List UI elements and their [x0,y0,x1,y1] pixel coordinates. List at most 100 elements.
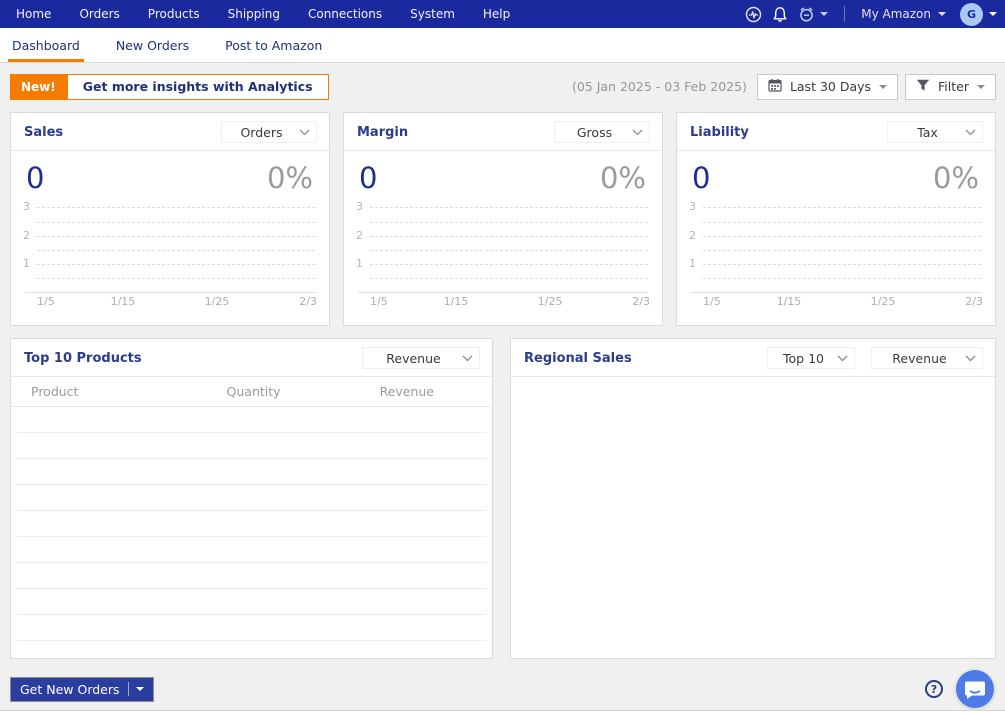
tab-dashboard[interactable]: Dashboard [8,28,84,62]
chevron-down-icon [299,129,310,136]
new-badge: New! [10,73,67,100]
top-products-card: Top 10 Products Revenue Product Quantity… [10,338,493,659]
app-root: Home Orders Products Shipping Connections Sys… [0,0,1005,714]
footer-icons: ? [925,670,996,708]
x-axis-tick: 2/3 [632,295,650,308]
chat-launcher-icon[interactable] [956,670,994,708]
dashboard-content: New! Get more insights with Analytics (0… [0,63,1005,710]
kpi-mini-chart: 3 2 1 1/5 1/15 1/25 2/3 [356,199,650,311]
x-axis-tick: 1/5 [370,295,388,308]
gridline [370,278,648,279]
filter-button-label: Filter [938,79,969,94]
analytics-button[interactable]: Get more insights with Analytics [66,73,329,100]
top-products-title: Top 10 Products [24,350,142,366]
chevron-down-icon [965,355,976,362]
y-axis-tick: 1 [23,256,30,270]
select-value: Gross [576,124,613,140]
kpi-numbers: 0 0% [11,151,329,199]
nav-item-help[interactable]: Help [469,7,524,21]
account-menu[interactable]: My Amazon [861,7,946,21]
avatar: G [960,2,983,26]
table-row [17,589,486,615]
get-new-orders-button[interactable]: Get New Orders [10,676,154,702]
gridline [37,264,315,265]
table-row [17,459,486,485]
kpi-mini-chart: 3 2 1 1/5 1/15 1/25 2/3 [23,199,317,311]
nav-item-products[interactable]: Products [134,7,214,21]
kpi-card-margin: Margin Gross 0 0% 3 2 1 1/5 1/15 1/25 2/3 [343,112,663,326]
regional-sales-title: Regional Sales [524,350,632,366]
nav-item-orders[interactable]: Orders [65,7,133,21]
tab-bar: Dashboard New Orders Post to Amazon [0,28,1005,63]
select-value: Revenue [386,350,441,366]
divider [127,682,129,696]
select-value: Revenue [892,350,947,366]
alarm-menu[interactable] [798,6,829,23]
nav-item-home[interactable]: Home [10,7,65,21]
kpi-card-title: Liability [690,124,749,140]
kpi-percent: 0% [599,161,646,195]
date-range-label: (05 Jan 2025 - 03 Feb 2025) [571,79,747,94]
tab-new-orders[interactable]: New Orders [112,28,193,62]
help-icon[interactable]: ? [925,680,943,698]
period-select[interactable]: Last 30 Days [756,73,899,100]
top-products-metric-select[interactable]: Revenue [362,347,480,369]
tab-post-to-amazon[interactable]: Post to Amazon [221,28,326,62]
table-row [17,563,486,589]
y-axis-tick: 3 [689,199,696,213]
gridline [37,207,315,208]
pulse-icon[interactable] [745,6,762,23]
filter-button[interactable]: Filter [905,73,996,100]
chevron-down-icon [965,129,976,136]
x-axis-tick: 1/15 [443,295,469,308]
x-axis-tick: 1/25 [204,295,230,308]
kpi-card-header: Liability Tax [677,113,995,151]
nav-item-connections[interactable]: Connections [294,7,396,21]
top-navbar: Home Orders Products Shipping Connections Sys… [0,0,1005,28]
account-label: My Amazon [861,7,931,21]
kpi-numbers: 0 0% [344,151,662,199]
kpi-value: 0 [359,161,378,195]
kpi-percent: 0% [932,161,979,195]
chevron-down-icon [989,12,997,16]
y-axis-tick: 1 [356,256,363,270]
liability-metric-select[interactable]: Tax [887,121,983,143]
regional-topn-select[interactable]: Top 10 [767,347,855,369]
regional-metric-select[interactable]: Revenue [871,347,983,369]
nav-item-system[interactable]: System [396,7,469,21]
kpi-card-liability: Liability Tax 0 0% 3 2 1 1/5 1/15 1/25 2/3 [676,112,996,326]
analytics-promo: New! Get more insights with Analytics [10,73,329,100]
nav-item-shipping[interactable]: Shipping [214,7,294,21]
kpi-mini-chart: 3 2 1 1/5 1/15 1/25 2/3 [689,199,983,311]
alarm-icon [798,6,815,23]
toolbar: New! Get more insights with Analytics (0… [10,73,996,100]
filter-icon [916,79,930,95]
table-row [17,511,486,537]
divider [844,6,846,22]
y-axis-tick: 2 [23,228,30,242]
toolbar-right: (05 Jan 2025 - 03 Feb 2025) Last 30 Days… [571,73,996,100]
column-quantity: Quantity [226,384,281,399]
gridline [37,222,315,223]
kpi-numbers: 0 0% [677,151,995,199]
bell-icon[interactable] [772,6,788,23]
chevron-down-icon [462,355,473,362]
x-axis-tick: 1/15 [776,295,802,308]
sales-metric-select[interactable]: Orders [221,121,317,143]
x-axis-tick: 1/5 [703,295,721,308]
gridline [370,207,648,208]
chevron-down-icon [632,129,643,136]
select-value: Top 10 [783,350,824,366]
navbar-right: My Amazon G [745,2,997,26]
gridline [37,278,315,279]
margin-metric-select[interactable]: Gross [554,121,650,143]
kpi-percent: 0% [266,161,313,195]
kpi-value: 0 [692,161,711,195]
period-select-label: Last 30 Days [789,79,872,94]
user-menu[interactable]: G [960,2,997,26]
gridline [703,278,981,279]
x-axis-tick: 2/3 [299,295,317,308]
products-table-body [11,407,492,658]
gridline [37,236,315,237]
products-table-header: Product Quantity Revenue [11,377,492,407]
